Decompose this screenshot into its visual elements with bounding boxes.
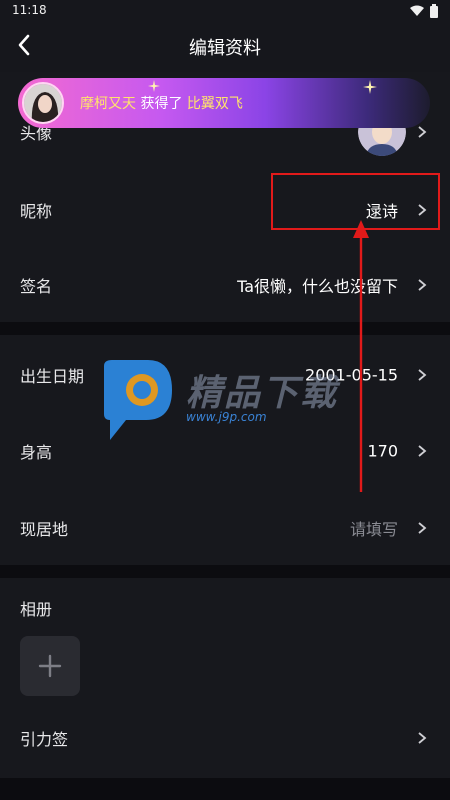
- signature-value: Ta很懒，什么也没留下: [237, 277, 398, 296]
- wifi-icon: [410, 5, 424, 16]
- chevron-right-icon: [418, 369, 427, 381]
- chevron-right-icon: [418, 732, 427, 744]
- signature-label: 签名: [20, 277, 53, 296]
- sparkle-icon: [363, 80, 377, 94]
- banner-user-avatar: [22, 82, 64, 124]
- status-bar: 11:18: [0, 0, 450, 22]
- add-photo-button[interactable]: [20, 636, 80, 696]
- page-title: 编辑资料: [189, 38, 261, 59]
- app-header: 编辑资料: [0, 22, 450, 72]
- location-label: 现居地: [20, 520, 69, 539]
- album-label: 相册: [20, 600, 53, 619]
- height-label: 身高: [20, 443, 53, 462]
- banner-user-name: 摩柯又天: [80, 96, 136, 112]
- battery-icon: [430, 4, 438, 18]
- nickname-label: 昵称: [20, 202, 53, 221]
- plus-icon: [38, 654, 62, 678]
- birthday-label: 出生日期: [20, 367, 85, 386]
- location-row[interactable]: 现居地 请填写: [0, 498, 450, 558]
- status-time: 11:18: [12, 3, 47, 17]
- chevron-right-icon: [418, 445, 427, 457]
- watermark-logo-icon: [104, 360, 172, 440]
- sparkle-icon: [148, 80, 160, 92]
- gift-broadcast-banner[interactable]: 摩柯又天 获得了 比翼双飞: [18, 78, 430, 128]
- gravity-tag-label: 引力签: [20, 730, 69, 749]
- watermark: 精品下载 www.j9p.com: [98, 356, 358, 446]
- signature-row[interactable]: 签名 Ta很懒，什么也没留下: [0, 255, 450, 315]
- banner-action: 获得了: [140, 96, 183, 112]
- chevron-right-icon: [418, 279, 427, 291]
- chevron-right-icon: [418, 126, 427, 138]
- status-icons: [410, 4, 438, 18]
- banner-item-name: 比翼双飞: [186, 96, 243, 112]
- chevron-right-icon: [418, 522, 427, 534]
- height-value: 170: [367, 441, 398, 461]
- location-value: 请填写: [349, 520, 398, 539]
- watermark-url: www.j9p.com: [186, 410, 267, 424]
- gravity-tag-row[interactable]: 引力签: [0, 708, 450, 768]
- banner-text: 摩柯又天 获得了 比翼双飞: [80, 93, 243, 113]
- watermark-text: 精品下载: [186, 373, 339, 414]
